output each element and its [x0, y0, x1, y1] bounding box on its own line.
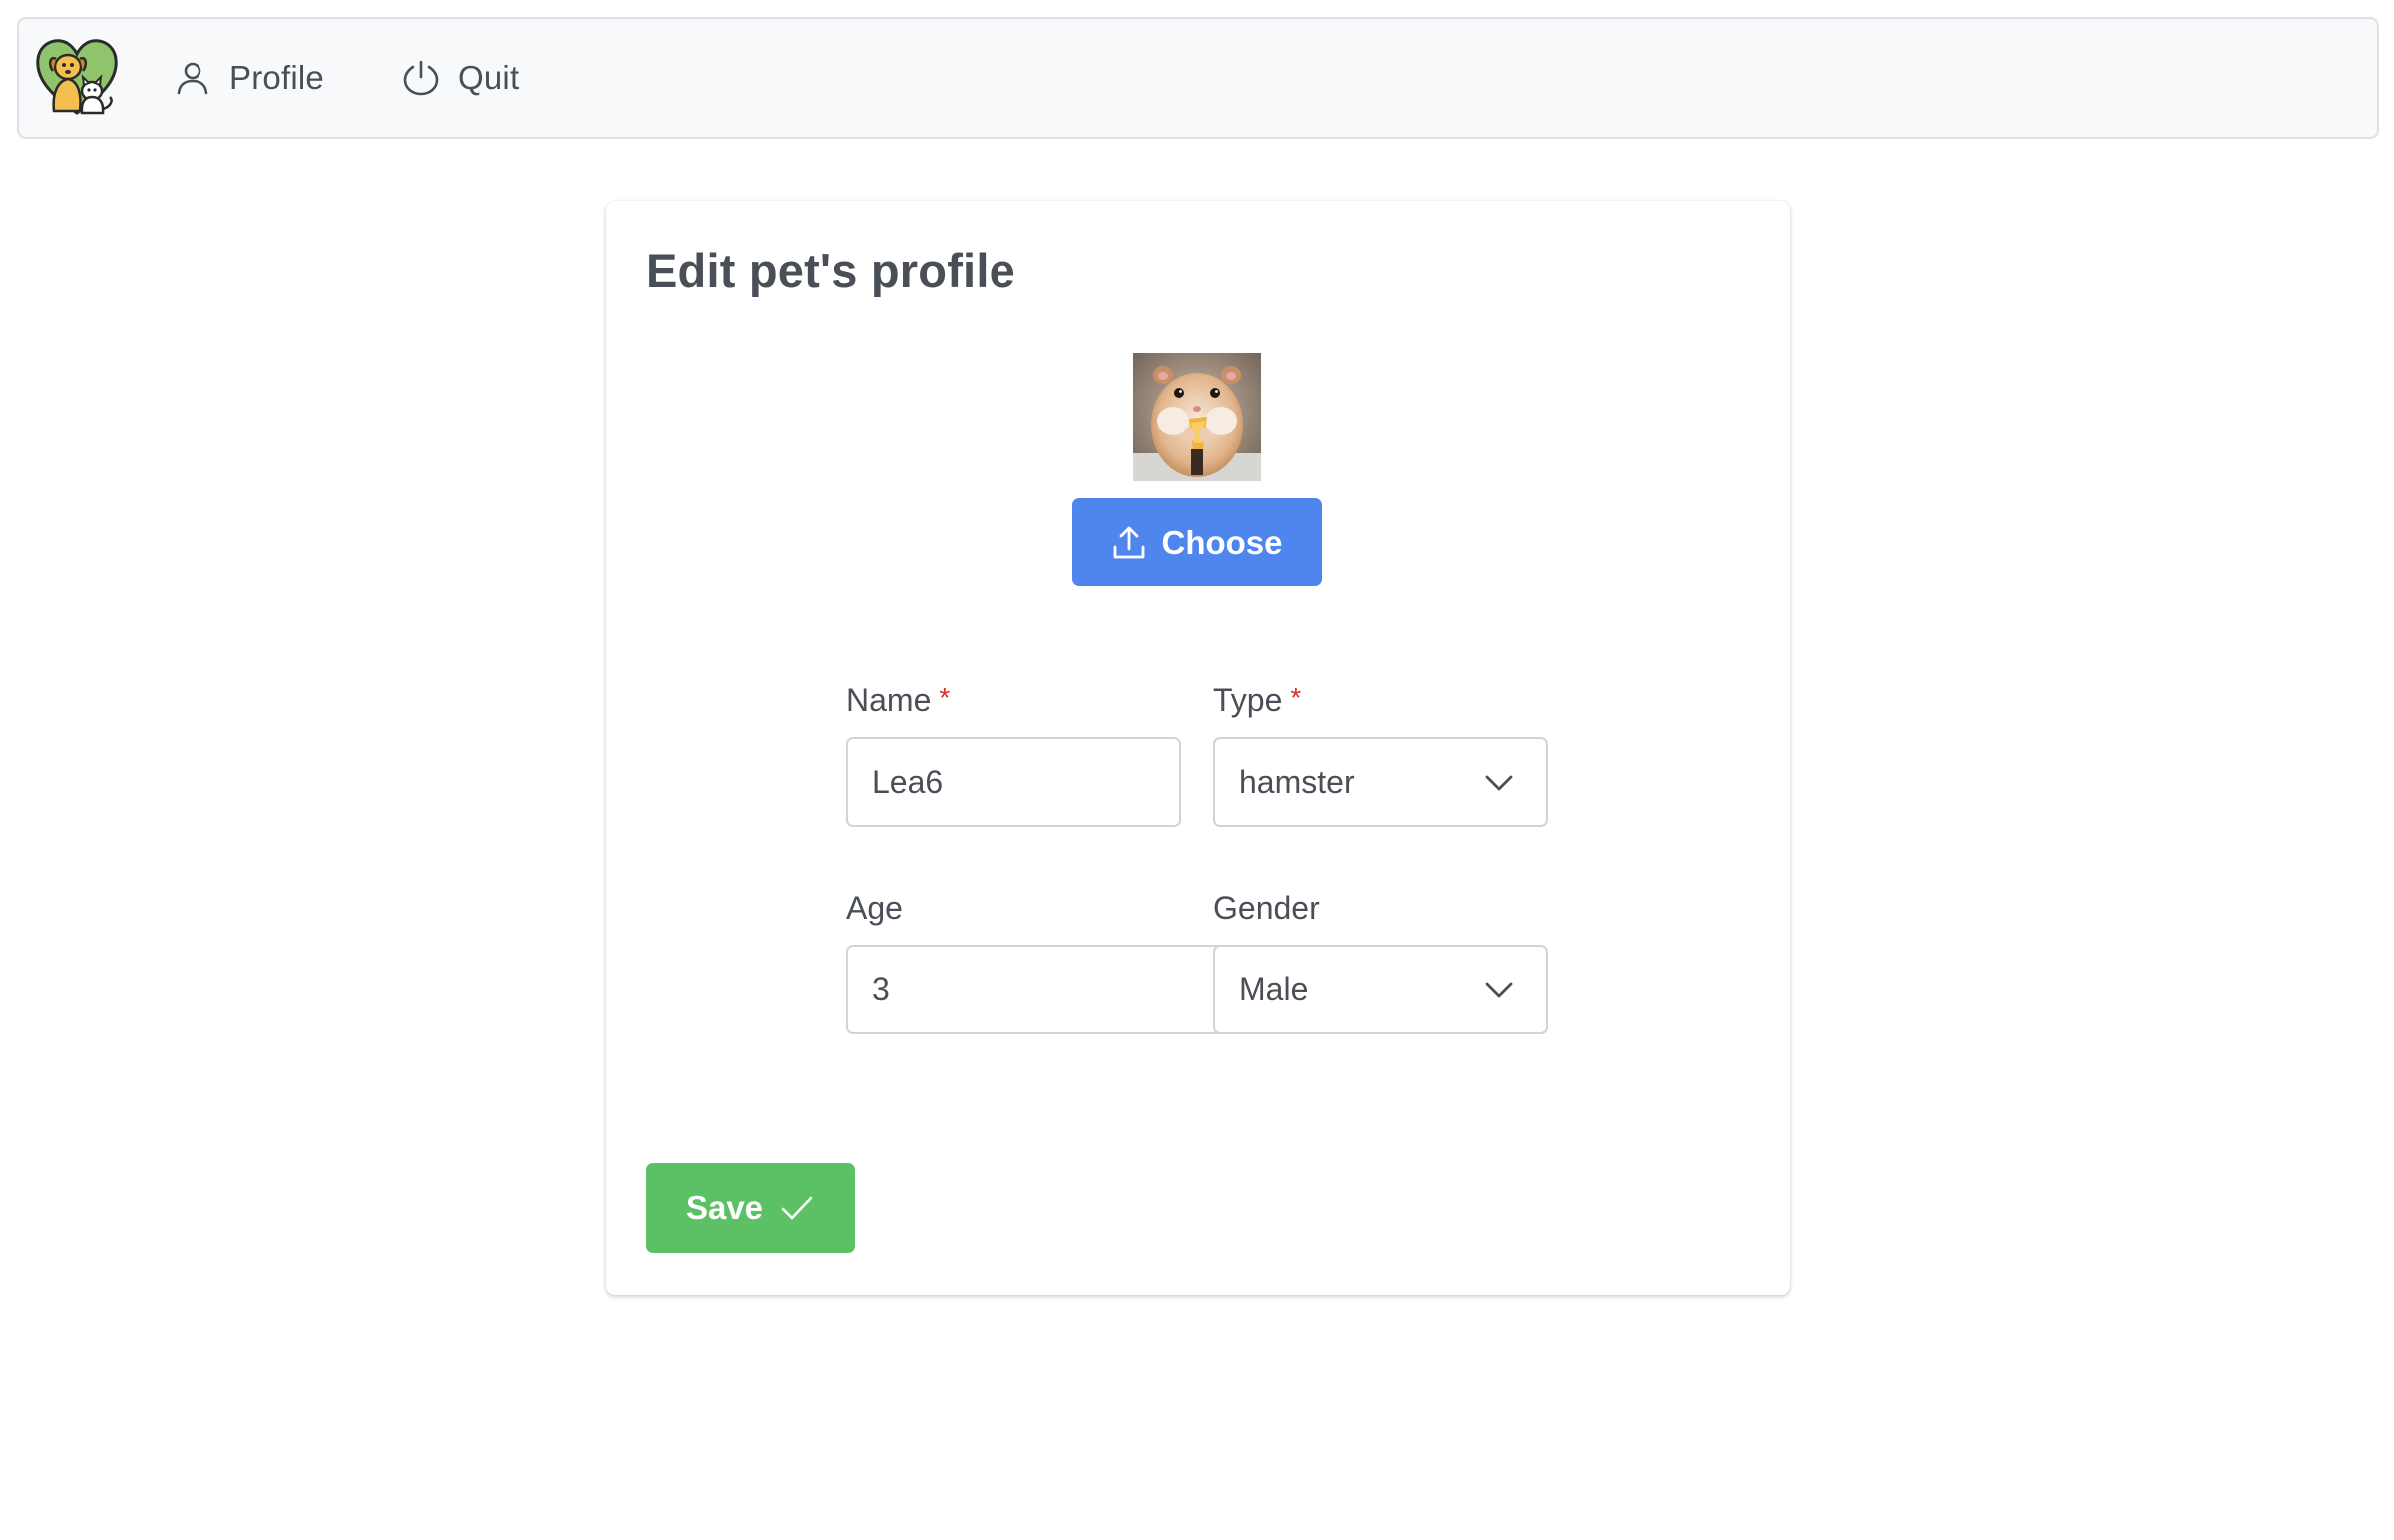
- save-button-label: Save: [685, 1189, 764, 1226]
- choose-button-label: Choose: [1161, 523, 1283, 561]
- name-label: Name *: [846, 682, 950, 719]
- type-label: Type *: [1213, 682, 1301, 719]
- gender-select-value: Male: [1239, 970, 1309, 1007]
- check-icon: [779, 1190, 815, 1226]
- choose-photo-button[interactable]: Choose: [1072, 498, 1322, 586]
- hamster-photo: [1133, 353, 1261, 481]
- age-input[interactable]: [846, 945, 1225, 1034]
- power-icon: [402, 59, 440, 97]
- name-input[interactable]: [846, 737, 1181, 827]
- navbar: Profile Quit: [17, 17, 2379, 139]
- nav-quit-link[interactable]: Quit: [402, 19, 519, 137]
- type-select-value: hamster: [1239, 763, 1355, 800]
- chevron-down-icon: [1482, 766, 1516, 800]
- gender-select[interactable]: Male: [1213, 945, 1548, 1034]
- name-label-text: Name: [846, 682, 932, 718]
- nav-profile-label: Profile: [229, 59, 324, 96]
- page-title: Edit pet's profile: [646, 244, 1015, 297]
- upload-icon: [1111, 525, 1147, 561]
- save-button[interactable]: Save: [646, 1163, 855, 1253]
- edit-pet-card: Edit pet's profile Choose Name * Lea6 Ty…: [606, 201, 1790, 1295]
- nav-profile-link[interactable]: Profile: [174, 19, 324, 137]
- gender-label: Gender: [1213, 890, 1320, 926]
- required-marker: *: [939, 682, 951, 713]
- user-icon: [174, 59, 211, 97]
- type-label-text: Type: [1213, 682, 1283, 718]
- nav-quit-label: Quit: [458, 59, 520, 96]
- age-label: Age: [846, 890, 903, 926]
- type-select[interactable]: hamster: [1213, 737, 1548, 827]
- required-marker: *: [1290, 682, 1302, 713]
- dog-cat-heart-logo[interactable]: [34, 33, 120, 119]
- chevron-down-icon: [1482, 973, 1516, 1007]
